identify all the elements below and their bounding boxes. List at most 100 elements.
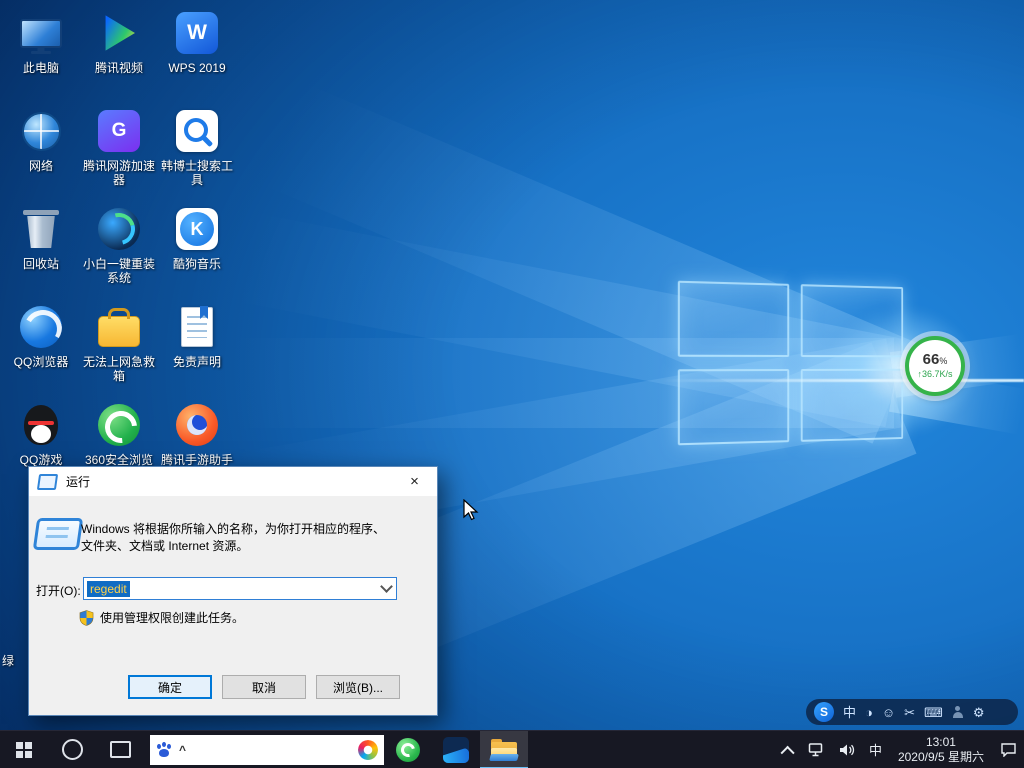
chevron-up-icon bbox=[780, 745, 794, 759]
speed-ball-widget[interactable]: 66% ↑36.7K/s bbox=[905, 336, 965, 396]
desktop-icon-this-pc[interactable]: 此电脑 bbox=[2, 6, 80, 104]
cortana-button[interactable] bbox=[48, 731, 96, 768]
task-view-button[interactable] bbox=[96, 731, 144, 768]
speaker-icon bbox=[839, 743, 855, 757]
volume-tray-button[interactable] bbox=[832, 731, 862, 768]
ime-emoji-icon[interactable]: ☺ bbox=[882, 706, 895, 719]
desktop-icon-recycle-bin[interactable]: 回收站 bbox=[2, 202, 80, 300]
desktop-icon-qq-browser[interactable]: QQ浏览器 bbox=[2, 300, 80, 398]
partially-hidden-icon-label: 绿 bbox=[2, 652, 14, 669]
clock-date: 2020/9/5 星期六 bbox=[898, 750, 984, 765]
ime-settings-icon[interactable]: ⚙ bbox=[973, 706, 985, 719]
ime-mode-toggle[interactable]: 中 bbox=[843, 706, 856, 719]
icon-label: 网络 bbox=[29, 159, 53, 173]
desktop-icon-disclaimer[interactable]: 免责声明 bbox=[158, 300, 236, 398]
icon-label: 韩博士搜索工具 bbox=[159, 159, 235, 187]
admin-note-text: 使用管理权限创建此任务。 bbox=[100, 609, 244, 626]
browser-home-icon[interactable] bbox=[358, 740, 378, 760]
game-accelerator-icon: G bbox=[95, 107, 143, 155]
cancel-button[interactable]: 取消 bbox=[222, 675, 306, 699]
icon-label: 腾讯网游加速器 bbox=[81, 159, 157, 187]
close-icon[interactable]: × bbox=[392, 467, 437, 496]
taskbar: ^ bbox=[0, 730, 1024, 768]
tray-ime-indicator[interactable]: 中 bbox=[862, 731, 889, 768]
ethernet-icon bbox=[808, 743, 825, 757]
qq-games-icon bbox=[17, 401, 65, 449]
ok-button[interactable]: 确定 bbox=[128, 675, 212, 699]
search-caret: ^ bbox=[179, 743, 186, 757]
run-dialog-icon bbox=[37, 474, 58, 490]
360-browser-icon bbox=[95, 401, 143, 449]
desktop-icon-network[interactable]: 网络 bbox=[2, 104, 80, 202]
network-tray-button[interactable] bbox=[801, 731, 832, 768]
desktop-icon-hanboshi-search[interactable]: 韩博士搜索工具 bbox=[158, 104, 236, 202]
windows-logo-icon bbox=[16, 742, 32, 758]
this-pc-icon bbox=[17, 9, 65, 57]
network-icon bbox=[17, 107, 65, 155]
icon-label: 腾讯视频 bbox=[95, 61, 143, 75]
desktop-icon-game-accelerator[interactable]: G 腾讯网游加速器 bbox=[80, 104, 158, 202]
action-center-button[interactable] bbox=[993, 731, 1024, 768]
desktop-screen: 此电脑 腾讯视频 W WPS 2019 网络 G 腾讯网游加速器 韩博士搜索工具… bbox=[0, 0, 1024, 768]
icon-label: 360安全浏览 bbox=[85, 453, 153, 467]
taskbar-app-file-explorer[interactable] bbox=[480, 731, 528, 768]
run-dialog-titlebar[interactable]: 运行 × bbox=[29, 467, 437, 496]
start-button[interactable] bbox=[0, 731, 48, 768]
taskbar-clock[interactable]: 13:01 2020/9/5 星期六 bbox=[889, 735, 993, 765]
cortana-icon bbox=[62, 739, 83, 760]
desktop-icon-grid: 此电脑 腾讯视频 W WPS 2019 网络 G 腾讯网游加速器 韩博士搜索工具… bbox=[2, 6, 236, 496]
xiaobai-icon bbox=[95, 205, 143, 253]
icon-label: 酷狗音乐 bbox=[173, 257, 221, 271]
run-command-input-value[interactable]: regedit bbox=[87, 581, 130, 597]
memory-percent: 66% bbox=[923, 352, 948, 369]
network-speed: ↑36.7K/s bbox=[917, 369, 952, 380]
pinned-app-icon bbox=[443, 737, 469, 763]
icon-label: QQ游戏 bbox=[20, 453, 63, 467]
360-browser-icon bbox=[396, 738, 420, 762]
tencent-video-icon bbox=[95, 9, 143, 57]
ime-screenshot-icon[interactable]: ✂ bbox=[904, 706, 915, 719]
desktop-icon-xiaobai-reinstall[interactable]: 小白一键重装系统 bbox=[80, 202, 158, 300]
run-dialog-body: Windows 将根据你所输入的名称，为你打开相应的程序、 文件夹、文档或 In… bbox=[29, 496, 437, 715]
admin-note-row: 使用管理权限创建此任务。 bbox=[79, 609, 244, 626]
ime-logo-icon[interactable]: S bbox=[814, 702, 834, 722]
taskbar-app-360-browser[interactable] bbox=[384, 731, 432, 768]
icon-label: WPS 2019 bbox=[168, 61, 225, 75]
ime-keyboard-icon[interactable]: ⌨ bbox=[924, 706, 943, 719]
run-dialog-title: 运行 bbox=[66, 473, 90, 490]
taskbar-app-pinned[interactable] bbox=[432, 731, 480, 768]
first-aid-kit-icon bbox=[95, 303, 143, 351]
combobox-dropdown-button[interactable] bbox=[378, 579, 395, 598]
run-command-combobox[interactable]: regedit bbox=[83, 577, 397, 600]
document-icon bbox=[173, 303, 221, 351]
run-description: Windows 将根据你所输入的名称，为你打开相应的程序、 文件夹、文档或 In… bbox=[81, 521, 421, 555]
recycle-bin-icon bbox=[17, 205, 65, 253]
icon-label: 腾讯手游助手 bbox=[161, 453, 233, 467]
search-tool-icon bbox=[173, 107, 221, 155]
qq-browser-icon bbox=[17, 303, 65, 351]
desktop-icon-tencent-video[interactable]: 腾讯视频 bbox=[80, 6, 158, 104]
icon-label: 小白一键重装系统 bbox=[81, 257, 157, 285]
wps-icon: W bbox=[173, 9, 221, 57]
hidden-icons-button[interactable] bbox=[777, 731, 801, 768]
file-explorer-icon bbox=[491, 739, 517, 760]
icon-label: 免责声明 bbox=[173, 355, 221, 369]
icon-label: 无法上网急救箱 bbox=[81, 355, 157, 383]
icon-label: 此电脑 bbox=[23, 61, 59, 75]
ime-toolbar: S 中 ◑ ☺ ✂ ⌨ ⚙ bbox=[806, 699, 1018, 725]
kugou-icon: K bbox=[173, 205, 221, 253]
chevron-down-icon bbox=[380, 580, 393, 593]
ime-fullwidth-toggle-icon[interactable]: ◑ bbox=[865, 706, 873, 719]
taskbar-search-box[interactable]: ^ bbox=[150, 735, 384, 765]
task-view-icon bbox=[110, 741, 131, 758]
desktop-icon-kugou[interactable]: K 酷狗音乐 bbox=[158, 202, 236, 300]
browse-button[interactable]: 浏览(B)... bbox=[316, 675, 400, 699]
open-label: 打开(O): bbox=[36, 582, 81, 599]
mobile-assistant-icon bbox=[173, 401, 221, 449]
icon-label: 回收站 bbox=[23, 257, 59, 271]
search-paw-icon bbox=[156, 742, 172, 758]
desktop-icon-wps[interactable]: W WPS 2019 bbox=[158, 6, 236, 104]
desktop-icon-network-first-aid[interactable]: 无法上网急救箱 bbox=[80, 300, 158, 398]
ime-account-icon[interactable] bbox=[952, 706, 964, 718]
run-glyph-icon bbox=[35, 518, 81, 550]
